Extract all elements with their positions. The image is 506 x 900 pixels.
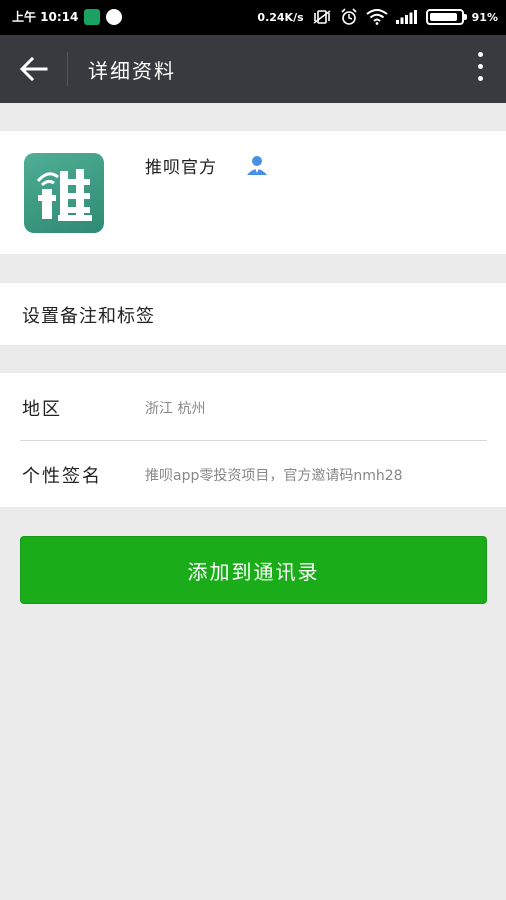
set-remark-row[interactable]: 设置备注和标签 [0,283,506,345]
status-right: 0.24K/s 91% [257,8,498,26]
add-to-contacts-button[interactable]: 添加到通讯录 [20,536,487,604]
wifi-icon [366,9,388,25]
page-title: 详细资料 [88,59,176,83]
title-divider [67,52,68,86]
more-options-icon[interactable] [476,52,484,86]
battery-icon [425,9,467,25]
title-bar: 详细资料 [0,35,506,103]
network-speed: 0.24K/s [257,10,304,24]
signal-icon [395,10,417,24]
signature-label: 个性签名 [22,466,102,487]
info-card: 地区 浙江 杭州 个性签名 推呗app零投资项目，官方邀请码nmh28 [0,373,506,507]
region-row: 地区 浙江 杭州 [0,373,506,440]
profile-avatar[interactable] [24,153,104,233]
tuibei-logo-icon [36,169,92,221]
status-left: 上午 10:14 [12,8,123,25]
region-label: 地区 [22,399,62,420]
profile-card: 推呗官方 [0,131,506,254]
signature-value: 推呗app零投资项目，官方邀请码nmh28 [145,468,403,484]
shield-app-icon [84,8,101,25]
verified-user-icon [247,156,267,175]
alarm-icon [341,8,357,25]
signature-row: 个性签名 推呗app零投资项目，官方邀请码nmh28 [0,440,506,507]
qq-app-icon [106,8,123,25]
status-bar: 上午 10:14 0.24K/s 91% [0,0,506,35]
battery-percent: 91% [471,10,498,24]
vibrate-icon [313,10,331,24]
profile-name: 推呗官方 [145,158,217,178]
set-remark-label: 设置备注和标签 [22,306,155,327]
back-arrow-icon[interactable] [18,53,50,85]
status-time: 上午 10:14 [12,10,79,24]
region-value: 浙江 杭州 [145,401,206,417]
